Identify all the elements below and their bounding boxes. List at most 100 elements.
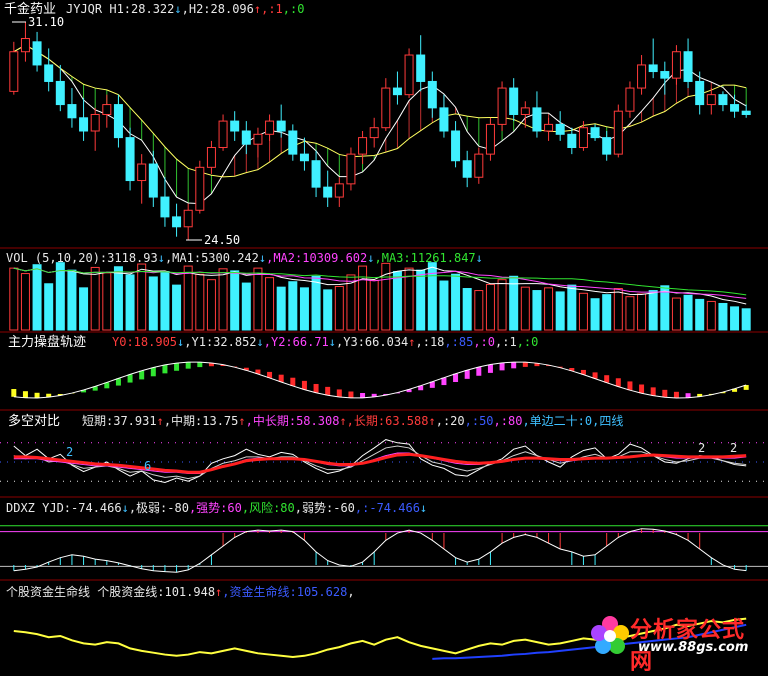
ddxz-header-item: ,风险:80 xyxy=(242,500,295,515)
candle-body xyxy=(648,64,658,73)
candle-body xyxy=(369,127,379,139)
candle-body xyxy=(79,117,89,132)
volume-bar xyxy=(253,267,263,331)
volume-bar xyxy=(55,262,65,331)
duokong-header-item: ,四线 xyxy=(592,414,623,428)
duokong-header-item: ↑ xyxy=(157,414,164,428)
ddxz-header-item: ,弱势:-60 xyxy=(295,501,355,515)
candle-body xyxy=(451,130,461,162)
volume-bar xyxy=(369,279,379,331)
duokong-header-item: ,:20 xyxy=(436,414,465,428)
volume-bar xyxy=(218,268,228,331)
volume-bar xyxy=(195,273,205,331)
duokong-header-item: ,:80 xyxy=(494,414,523,428)
volume-bar xyxy=(276,286,286,331)
volume-bar xyxy=(706,300,716,331)
vol-header-item: ↓ xyxy=(259,251,266,265)
fund-header-item: ↑ xyxy=(215,585,222,599)
volume-bar xyxy=(532,290,542,331)
candle-body xyxy=(90,113,100,132)
fund-header-item: 个股资金线:101.948 xyxy=(90,584,215,599)
volume-ma-line xyxy=(13,267,747,299)
candle-body xyxy=(299,153,309,162)
ddxz-header-item: ↓ xyxy=(122,501,129,515)
volume-bar xyxy=(671,297,681,331)
candle-body xyxy=(637,64,647,89)
candle-body xyxy=(230,120,240,132)
candle-body xyxy=(695,80,705,106)
volume-bar xyxy=(358,265,368,331)
volume-bar xyxy=(613,288,623,331)
volume-bar xyxy=(648,290,658,331)
volume-bar xyxy=(334,285,344,331)
candle-body xyxy=(265,120,275,135)
candle-body xyxy=(172,216,182,228)
track-line xyxy=(13,361,747,399)
candle-body xyxy=(578,127,588,149)
candle-body xyxy=(160,196,170,218)
candle-body xyxy=(509,87,519,115)
candle-body xyxy=(55,80,65,106)
candle-body xyxy=(381,87,391,129)
candle-body xyxy=(567,133,577,149)
duokong-mark: 2 xyxy=(698,441,705,455)
volume-bar xyxy=(44,283,54,331)
fund-header-item: , xyxy=(347,585,354,599)
duokong-mark: 2 xyxy=(66,445,73,459)
volume-bar xyxy=(392,271,402,331)
vol-header-item: VOL (5,10,20):3118.93 xyxy=(6,251,158,265)
volume-bar xyxy=(590,298,600,331)
candle-body xyxy=(346,153,356,185)
track-header-item: ,:1 xyxy=(495,335,517,349)
volume-bar xyxy=(567,284,577,331)
volume-bar xyxy=(578,292,588,331)
main-header-item: ,H2:28.096 xyxy=(182,2,254,16)
volume-bar xyxy=(404,267,414,331)
candle-body xyxy=(183,209,193,228)
volume-bar xyxy=(241,282,251,331)
candle-body xyxy=(741,110,751,115)
volume-bar xyxy=(741,308,751,331)
track-header-item: ,:0 xyxy=(473,335,495,349)
candle-body xyxy=(358,137,368,155)
volume-ma-line xyxy=(13,267,747,296)
ddxz-line xyxy=(13,528,747,573)
candles-group xyxy=(9,22,751,240)
candle-body xyxy=(474,153,484,178)
volume-bar xyxy=(462,288,472,331)
flower-logo-icon xyxy=(591,616,629,654)
duokong-header-item: ,:50 xyxy=(465,414,494,428)
fund-header-item: 个股资金生命线 xyxy=(6,584,90,599)
max-price-label: 31.10 xyxy=(28,15,64,29)
volume-bar xyxy=(520,286,530,331)
volume-bar xyxy=(323,289,333,331)
volume-bar xyxy=(183,265,193,331)
fund-header: 个股资金生命线 个股资金线:101.948↑,资金生命线:105.628, xyxy=(6,584,355,599)
candle-body xyxy=(253,133,263,145)
volume-bar xyxy=(113,266,123,331)
duokong-header-item: 短期:37.931 xyxy=(82,414,157,428)
candle-body xyxy=(137,163,147,182)
candle-body xyxy=(532,107,542,132)
volume-bar xyxy=(439,280,449,331)
candle-body xyxy=(544,123,554,132)
candle-body xyxy=(613,110,623,155)
duokong-mark: 6 xyxy=(144,459,151,473)
duokong-title: 多空对比 xyxy=(8,413,60,429)
candle-body xyxy=(416,54,426,82)
volume-bar xyxy=(206,279,216,331)
ddxz-header-item: ,:-74.466 xyxy=(355,501,420,515)
volume-bar xyxy=(265,277,275,331)
track-header-item: ,:85 xyxy=(444,335,473,349)
volume-bar xyxy=(160,271,170,331)
main-header-item: ↑ xyxy=(254,2,261,16)
vol-header-item: ↓ xyxy=(367,251,374,265)
candle-body xyxy=(311,160,321,188)
main-header-item: H1:28.322 xyxy=(109,2,174,16)
duokong-header-item: ↑ xyxy=(238,414,245,428)
candle-body xyxy=(323,186,333,198)
candle-body xyxy=(590,127,600,139)
volume-bar xyxy=(683,294,693,331)
volume-bar xyxy=(148,276,158,331)
volume-bar xyxy=(451,273,461,331)
